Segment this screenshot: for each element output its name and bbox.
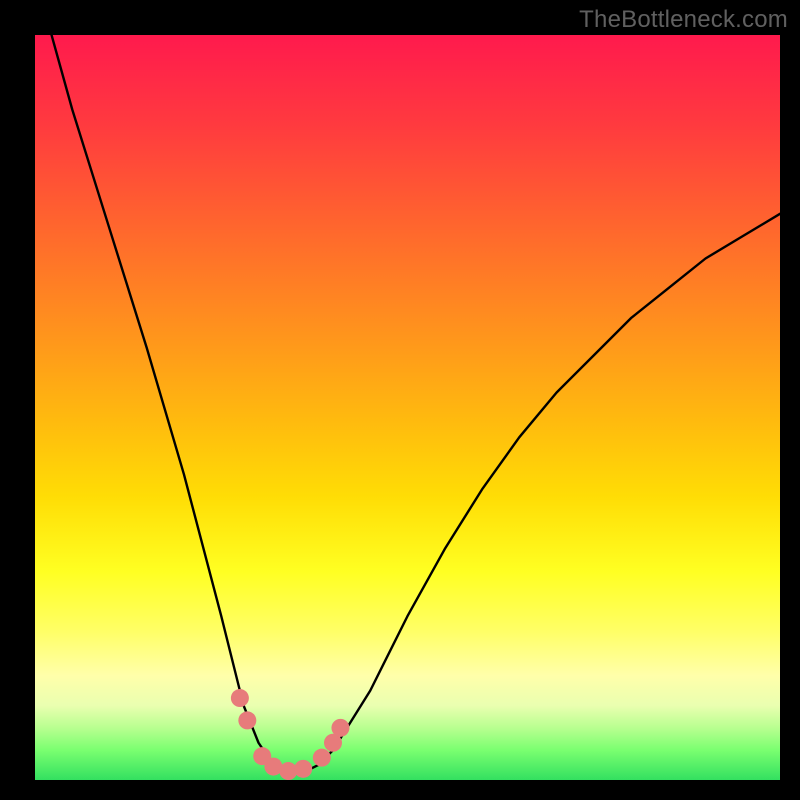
curve-path [35, 35, 780, 773]
plot-area [35, 35, 780, 780]
marker-dot [231, 689, 249, 707]
chart-svg [35, 35, 780, 780]
watermark-text: TheBottleneck.com [579, 6, 788, 34]
marker-dot [331, 719, 349, 737]
marker-group [231, 689, 350, 780]
marker-dot [238, 711, 256, 729]
marker-dot [313, 749, 331, 767]
chart-frame: TheBottleneck.com [0, 0, 800, 800]
marker-dot [294, 760, 312, 778]
